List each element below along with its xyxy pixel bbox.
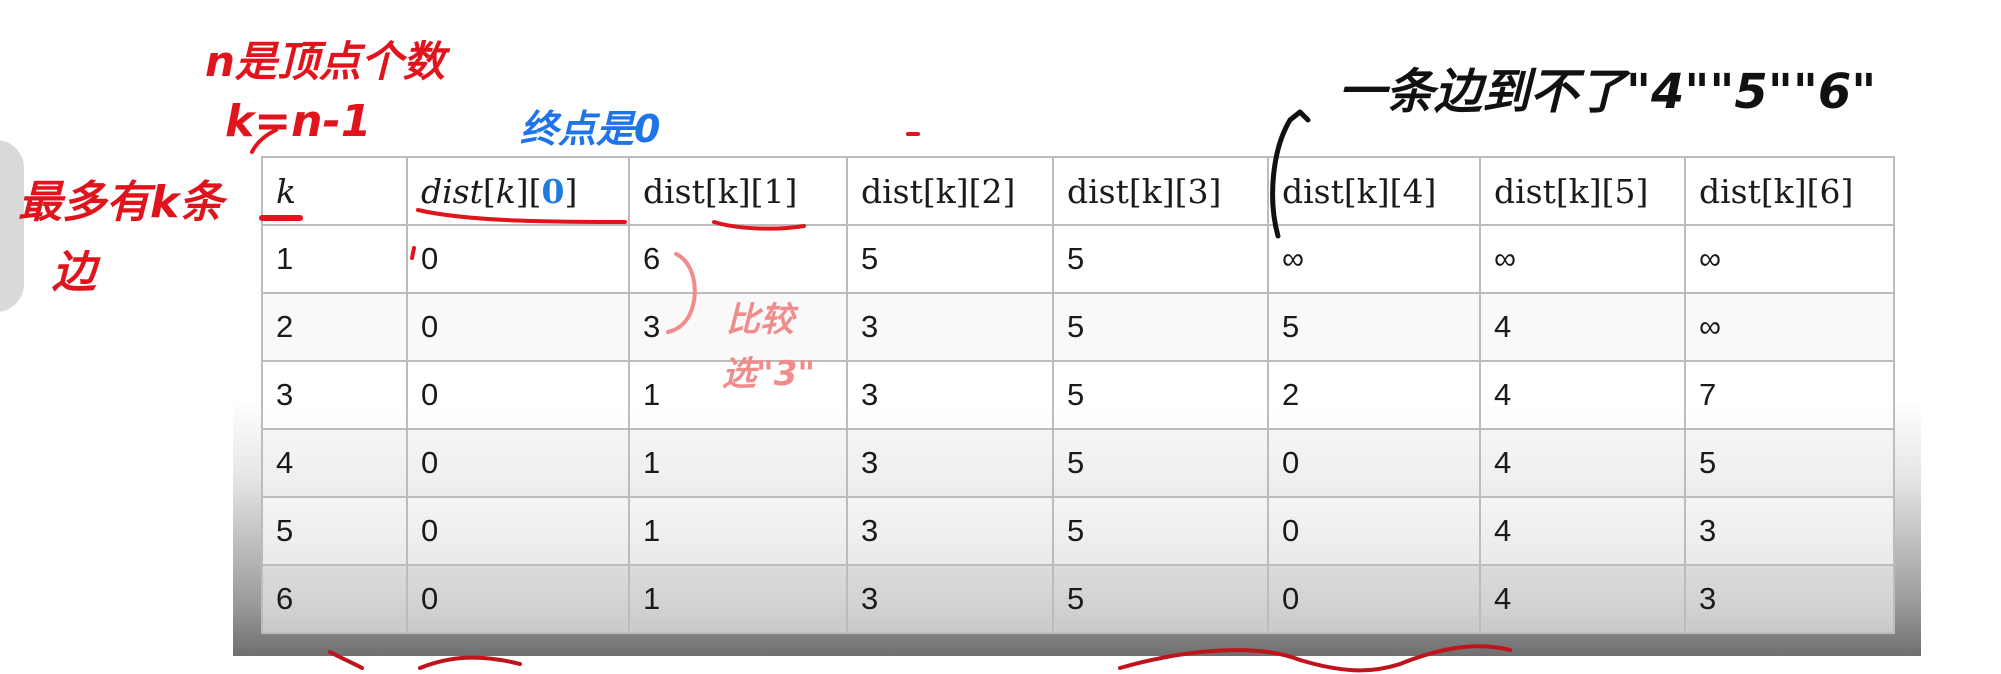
table-cell: 0	[1267, 564, 1481, 634]
table-cell: ∞	[1684, 224, 1895, 294]
table-cell: 0	[406, 224, 630, 294]
red-wave-bottom-2	[418, 655, 522, 670]
table-row: 2 0 3 3 5 5 4 ∞	[261, 292, 1895, 362]
table-cell: ∞	[1479, 224, 1686, 294]
table-cell: 0	[406, 564, 630, 634]
table-cell: 4	[1479, 564, 1686, 634]
table-cell: 4	[1479, 292, 1686, 362]
annotation-compare: 比较	[726, 300, 794, 340]
table-cell: 3	[846, 292, 1054, 362]
dist-table: k dist[k][0] dist[k][1] dist[k][2] dist[…	[261, 156, 1895, 634]
table-cell: 1	[628, 496, 848, 566]
table-row: 5 0 1 3 5 0 4 3	[261, 496, 1895, 566]
header-dist-0: dist[k][0]	[406, 156, 630, 226]
header-dist-3: dist[k][3]	[1052, 156, 1269, 226]
header-dist-5: dist[k][5]	[1479, 156, 1686, 226]
table-cell: 4	[1479, 496, 1686, 566]
table-cell: 3	[1684, 496, 1895, 566]
table-row: 3 0 1 3 5 2 4 7	[261, 360, 1895, 430]
table-body: 1 0 6 5 5 ∞ ∞ ∞ 2 0 3 3 5 5 4 ∞ 3 0 1 3 …	[261, 224, 1895, 634]
table-cell: 5	[1684, 428, 1895, 498]
header-row: k dist[k][0] dist[k][1] dist[k][2] dist[…	[261, 156, 1895, 226]
annotation-start-point: 终点是0	[520, 107, 661, 151]
table-cell: 0	[1267, 428, 1481, 498]
table-cell: ∞	[1267, 224, 1481, 294]
dist-table-wrapper: k dist[k][0] dist[k][1] dist[k][2] dist[…	[261, 156, 1895, 634]
table-cell: 3	[846, 496, 1054, 566]
annotation-n-vertices: n是顶点个数	[205, 37, 445, 86]
table-cell: 4	[261, 428, 408, 498]
table-cell: ∞	[1684, 292, 1895, 362]
table-cell: 1	[628, 564, 848, 634]
table-cell: 0	[406, 292, 630, 362]
annotation-max-k-edges: 最多有k条	[18, 177, 224, 228]
table-cell: 3	[261, 360, 408, 430]
table-cell: 1	[628, 428, 848, 498]
header-dist-2: dist[k][2]	[846, 156, 1054, 226]
table-cell: 5	[1052, 496, 1269, 566]
table-cell: 0	[406, 360, 630, 430]
header-k: k	[261, 156, 408, 226]
table-cell: 2	[261, 292, 408, 362]
header-dist-6: dist[k][6]	[1684, 156, 1895, 226]
table-cell: 5	[846, 224, 1054, 294]
table-cell: 4	[1479, 360, 1686, 430]
annotation-unreachable: 一条边到不了"4""5""6"	[1338, 64, 1877, 120]
table-cell: 0	[406, 496, 630, 566]
table-row: 6 0 1 3 5 0 4 3	[261, 564, 1895, 634]
table-cell: 1	[261, 224, 408, 294]
table-cell: 5	[1052, 428, 1269, 498]
table-cell: 0	[1267, 496, 1481, 566]
table-cell: 5	[261, 496, 408, 566]
table-cell: 3	[846, 564, 1054, 634]
table-cell: 3	[846, 360, 1054, 430]
header-dist-1: dist[k][1]	[628, 156, 848, 226]
table-row: 1 0 6 5 5 ∞ ∞ ∞	[261, 224, 1895, 294]
table-cell: 4	[1479, 428, 1686, 498]
table-cell: 7	[1684, 360, 1895, 430]
annotation-k-formula: k=n-1	[225, 96, 372, 147]
table-cell: 5	[1267, 292, 1481, 362]
table-cell: 3	[846, 428, 1054, 498]
table-cell: 2	[1267, 360, 1481, 430]
table-cell: 3	[1684, 564, 1895, 634]
table-cell: 5	[1052, 292, 1269, 362]
table-cell: 0	[406, 428, 630, 498]
table-cell: 6	[628, 224, 848, 294]
table-cell: 5	[1052, 360, 1269, 430]
table-row: 4 0 1 3 5 0 4 5	[261, 428, 1895, 498]
table-cell: 5	[1052, 564, 1269, 634]
table-cell: 5	[1052, 224, 1269, 294]
annotation-max-k-edges-2: 边	[52, 247, 96, 298]
annotation-choose-3: 选"3"	[722, 354, 816, 394]
header-dist-4: dist[k][4]	[1267, 156, 1481, 226]
table-cell: 6	[261, 564, 408, 634]
